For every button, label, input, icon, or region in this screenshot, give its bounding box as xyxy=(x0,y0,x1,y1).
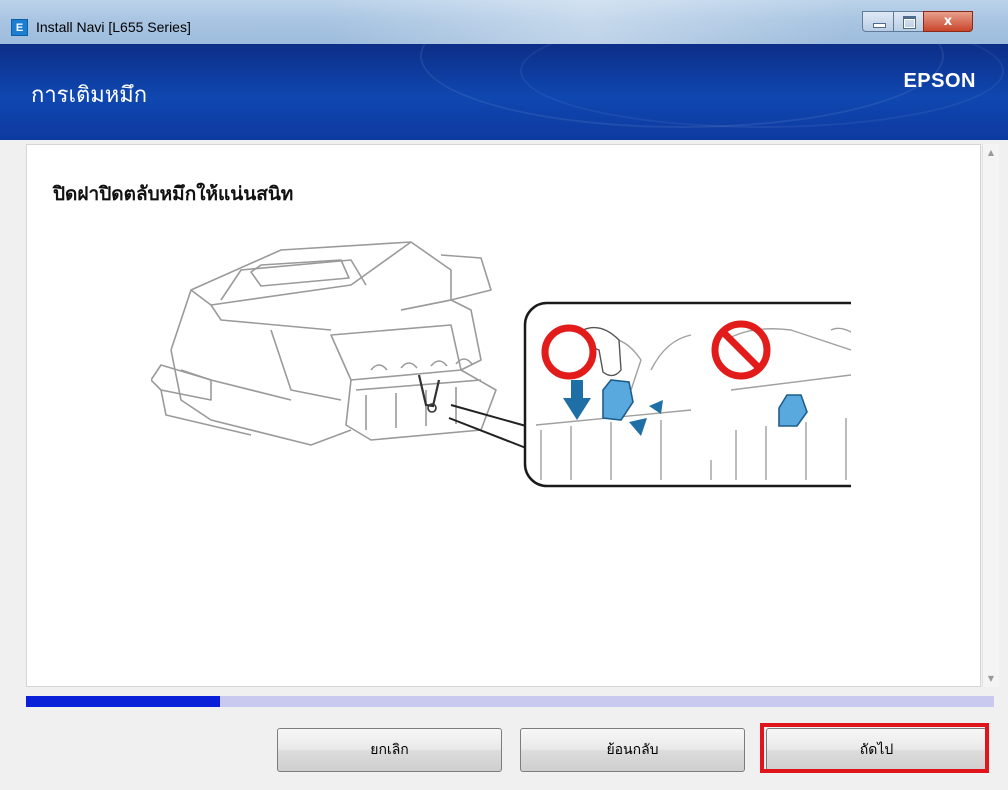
callout-box xyxy=(523,301,851,488)
brand-logo: EPSON xyxy=(903,70,976,92)
page-title: การเติมหมึก xyxy=(31,83,148,108)
vertical-scrollbar[interactable]: ▲ ▼ xyxy=(982,144,999,687)
header-band: การเติมหมึก EPSON xyxy=(0,44,1008,140)
close-icon: x xyxy=(943,14,953,29)
title-bar[interactable]: E Install Navi [L655 Series] x xyxy=(0,0,1008,44)
cancel-button[interactable]: ยกเลิก xyxy=(277,728,502,772)
installer-window: E Install Navi [L655 Series] x การเติมหม… xyxy=(0,0,1008,790)
progress-bar xyxy=(26,696,994,707)
scroll-up-icon[interactable]: ▲ xyxy=(983,144,999,161)
instruction-text: ปิดฝาปิดตลับหมึกให้แน่นสนิท xyxy=(53,183,294,205)
back-button[interactable]: ย้อนกลับ xyxy=(520,728,745,772)
next-button[interactable]: ถัดไป xyxy=(766,728,987,772)
content-panel: ปิดฝาปิดตลับหมึกให้แน่นสนิท xyxy=(26,144,981,687)
window-title: Install Navi [L655 Series] xyxy=(36,19,191,35)
printer-drawing xyxy=(151,241,497,446)
printer-illustration xyxy=(151,241,851,488)
scroll-down-icon[interactable]: ▼ xyxy=(983,670,999,687)
close-button[interactable]: x xyxy=(923,11,973,32)
progress-fill xyxy=(26,696,220,707)
maximize-button[interactable] xyxy=(893,11,924,32)
minimize-button[interactable] xyxy=(862,11,894,32)
app-icon: E xyxy=(11,19,28,36)
